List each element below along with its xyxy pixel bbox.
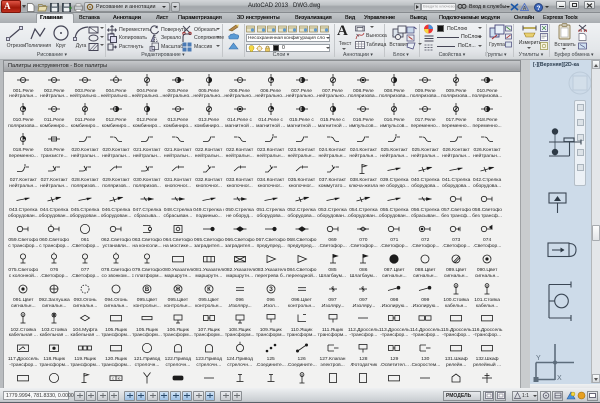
svg-text:З: З (269, 287, 273, 293)
svg-text:ю: ю (118, 377, 121, 381)
svg-text:с: с (112, 377, 114, 381)
svg-text:?: ? (537, 4, 541, 11)
svg-text:К: К (207, 287, 211, 293)
svg-text:В: В (145, 287, 150, 293)
svg-text:Ж: Ж (174, 287, 181, 293)
svg-text:Y: Y (536, 355, 541, 362)
svg-text:X: X (557, 375, 562, 382)
